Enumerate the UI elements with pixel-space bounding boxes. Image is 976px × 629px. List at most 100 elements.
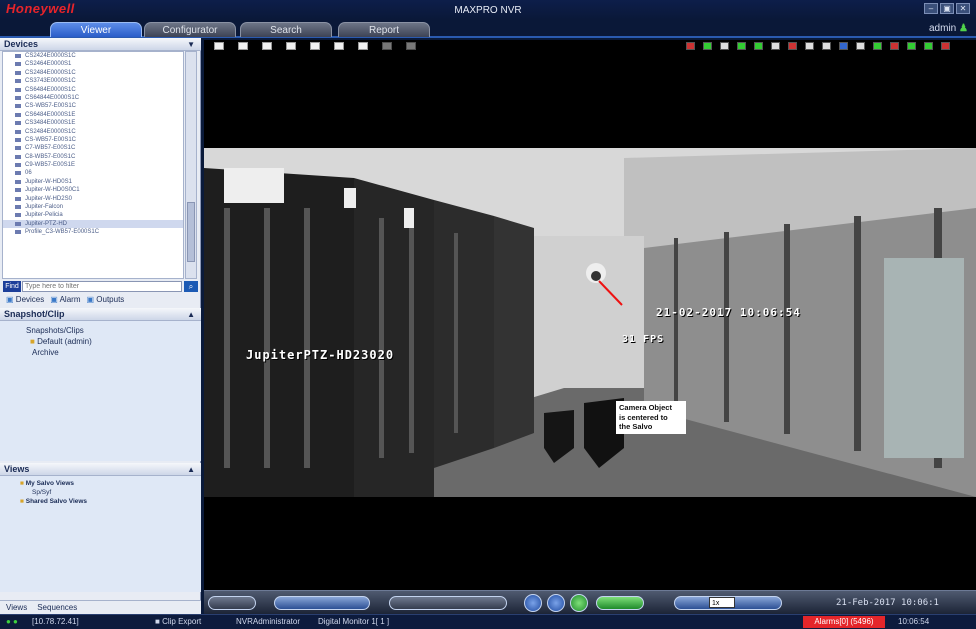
device-tree-item[interactable]: 06 (3, 169, 183, 177)
device-tree-item[interactable]: CS2484E0000S1C (3, 128, 183, 136)
tab-outputs[interactable]: ▣ Outputs (86, 294, 124, 306)
snapshot-panel-title: Snapshot/Clip (4, 309, 65, 319)
tab-search[interactable]: Search (240, 22, 332, 37)
tab-sequences[interactable]: Sequences (37, 601, 77, 614)
layout-toggle[interactable] (208, 596, 256, 610)
status-ip: [10.78.72.41] (32, 617, 79, 626)
tab-viewer[interactable]: Viewer (50, 22, 142, 37)
viewer-tool-icon[interactable] (839, 42, 848, 50)
tree-item-shared-salvo-label: Shared Salvo Views (25, 498, 88, 505)
device-tree-item[interactable]: Jupiter-Falcon (3, 203, 183, 211)
viewer-tool-icon[interactable] (703, 42, 712, 50)
layout-grid-icon[interactable] (334, 42, 344, 50)
device-tree-item[interactable]: CS2424E0000S1C (3, 52, 183, 60)
folder-icon: ■ (20, 498, 24, 505)
minimize-button[interactable]: – (924, 3, 938, 14)
title-bar: Honeywell MAXPRO NVR – ▣ ✕ (0, 0, 976, 20)
tree-item-snapshots-clips[interactable]: Snapshots/Clips (26, 326, 84, 335)
device-tree-item[interactable]: CS64844E0000S1C (3, 94, 183, 102)
tree-item-my-salvo-views[interactable]: ■ My Salvo Views (20, 480, 74, 487)
tab-devices[interactable]: ▣ Devices (6, 294, 44, 306)
filter-icon[interactable]: ⌕ (184, 281, 198, 292)
device-tree-item[interactable]: CS2484E0000S1C (3, 69, 183, 77)
viewer-tool-icon[interactable] (924, 42, 933, 50)
viewer-tool-icon[interactable] (856, 42, 865, 50)
layout-grid-icon[interactable] (310, 42, 320, 50)
layout-grid-icon[interactable] (262, 42, 272, 50)
playback-datetime: 21-Feb-2017 10:06:1 (836, 598, 939, 608)
device-tree-item[interactable]: C7-WB57-E00S1C (3, 144, 183, 152)
layout-grid-icon[interactable] (214, 42, 224, 50)
device-tree-item[interactable]: Jupiter-W-HD0S1 (3, 178, 183, 186)
tab-configurator[interactable]: Configurator (144, 22, 236, 37)
layout-grid-icon[interactable] (382, 42, 392, 50)
zoom-select[interactable]: 1x (709, 597, 735, 608)
device-tree-item[interactable]: CS-WB57-E00S1C (3, 136, 183, 144)
tab-report[interactable]: Report (338, 22, 430, 37)
viewer-tool-icon[interactable] (754, 42, 763, 50)
device-tree-item[interactable]: Jupiter-Pelicia (3, 211, 183, 219)
device-tree-item[interactable]: CS6484E0000S1E (3, 111, 183, 119)
layout-grid-icon[interactable] (406, 42, 416, 50)
collapse-arrow-icon[interactable]: ▲ (187, 308, 195, 321)
layout-grid-icon[interactable] (238, 42, 248, 50)
play-button[interactable] (547, 594, 565, 612)
server-room-scene (204, 148, 976, 497)
viewer-tool-icon[interactable] (686, 42, 695, 50)
device-tree-item[interactable]: Jupiter-W-HD2S0 (3, 195, 183, 203)
viewer-tool-icon[interactable] (941, 42, 950, 50)
device-tree-item[interactable]: C8-WB57-E00S1C (3, 153, 183, 161)
viewer-tool-icon[interactable] (890, 42, 899, 50)
volume-slider[interactable] (274, 596, 370, 610)
tab-alarm-label: Alarm (59, 295, 81, 304)
viewer-tool-icon[interactable] (805, 42, 814, 50)
alarms-indicator[interactable]: Alarms[0] (5496) (803, 616, 885, 628)
device-tree-scrollbar[interactable] (185, 51, 197, 279)
layout-grid-icon[interactable] (358, 42, 368, 50)
tree-item-archive[interactable]: Archive (32, 348, 59, 357)
timeline-slider[interactable] (389, 596, 507, 610)
clip-export-link[interactable]: ■ Clip Export (155, 615, 201, 629)
live-mode-button[interactable] (596, 596, 644, 610)
layout-grid-icon[interactable] (286, 42, 296, 50)
viewer-tool-icon[interactable] (771, 42, 780, 50)
viewer-tool-icon[interactable] (873, 42, 882, 50)
device-tree-item[interactable]: CS3484E0000S1E (3, 119, 183, 127)
tree-item-sp-syf[interactable]: Sp/Syf (32, 489, 51, 496)
clip-export-label: Clip Export (162, 617, 202, 626)
device-tree-item[interactable]: Jupiter-W-HD0S0C1 (3, 186, 183, 194)
folder-icon: ■ (20, 480, 24, 487)
callout-line-1: Camera Object (619, 403, 672, 412)
device-tree[interactable]: CS2424E0000S1C CS2464E0000S1 CS2484E0000S1… (2, 51, 184, 279)
device-tree-item[interactable]: CS6484E0000S1C (3, 86, 183, 94)
viewer-tool-icon[interactable] (737, 42, 746, 50)
tab-alarm[interactable]: ▣ Alarm (50, 294, 80, 306)
live-button[interactable] (570, 594, 588, 612)
device-tree-item[interactable]: CS3743E0000S1C (3, 77, 183, 85)
device-tree-item[interactable]: C9-WB57-E00S1E (3, 161, 183, 169)
device-filter-input[interactable] (22, 281, 182, 292)
viewer-tool-icon[interactable] (788, 42, 797, 50)
status-lights-icon: ● ● (6, 617, 18, 626)
viewer-tool-icon[interactable] (720, 42, 729, 50)
collapse-arrow-icon[interactable]: ▼ (187, 38, 195, 51)
close-button[interactable]: ✕ (956, 3, 970, 14)
rewind-button[interactable] (524, 594, 542, 612)
device-tree-item[interactable]: CS-WB57-E00S1C (3, 102, 183, 110)
device-tree-item[interactable]: CS2464E0000S1 (3, 60, 183, 68)
tree-item-shared-salvo-views[interactable]: ■ Shared Salvo Views (20, 498, 87, 505)
maximize-button[interactable]: ▣ (940, 3, 954, 14)
tree-item-default[interactable]: ■ Default (admin) (30, 337, 92, 346)
viewer-tool-icon[interactable] (907, 42, 916, 50)
tab-views[interactable]: Views (6, 601, 27, 614)
scrollbar-thumb[interactable] (187, 202, 195, 262)
user-name: admin (929, 23, 957, 34)
viewer-tool-icon[interactable] (822, 42, 831, 50)
alarm-icon: ▣ (50, 295, 58, 304)
device-tree-item[interactable]: Jupiter-PTZ-HD (3, 219, 183, 229)
video-viewport[interactable]: JupiterPTZ-HD23020 21-02-2017 10:06:54 3… (204, 52, 976, 590)
window-controls: – ▣ ✕ (924, 3, 970, 14)
collapse-arrow-icon[interactable]: ▲ (187, 463, 195, 476)
user-icon[interactable]: ♟ (959, 23, 968, 34)
device-tree-item[interactable]: Profile_C3-WB57-E000S1C (3, 228, 183, 236)
